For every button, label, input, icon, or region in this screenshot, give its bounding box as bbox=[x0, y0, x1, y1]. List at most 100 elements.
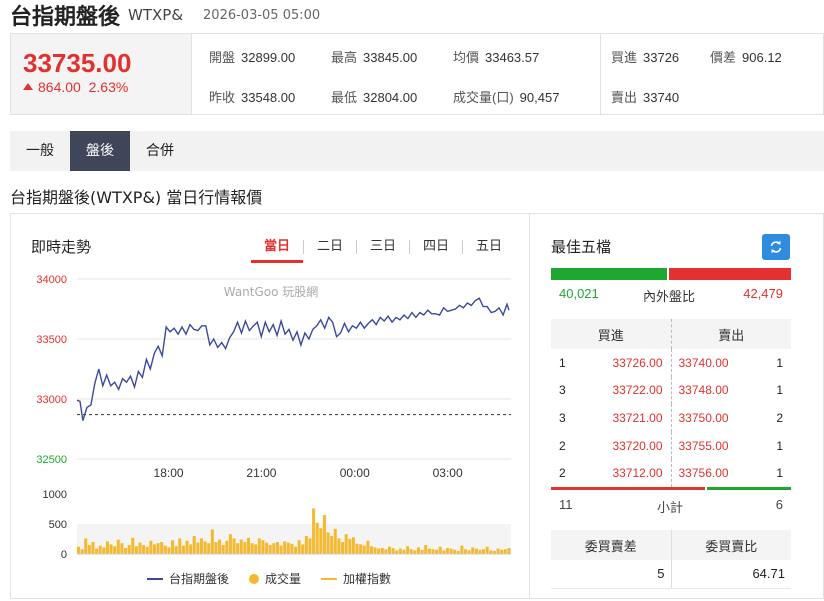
volume-bar bbox=[503, 549, 507, 554]
volume-bar bbox=[250, 543, 254, 554]
table-row: 1 33726.00 33740.00 1 bbox=[551, 349, 791, 377]
volume-bar bbox=[507, 548, 511, 554]
volume-bar bbox=[351, 537, 355, 554]
volume-bar bbox=[228, 534, 232, 554]
volume-bar bbox=[95, 548, 99, 554]
volume-bar bbox=[286, 542, 290, 554]
tab-combined[interactable]: 合併 bbox=[130, 131, 190, 171]
volume-bar bbox=[181, 545, 185, 554]
volume-bar bbox=[319, 528, 323, 554]
volume-bar bbox=[500, 549, 504, 554]
instrument-code: WTXP& bbox=[128, 6, 184, 24]
volume-bar bbox=[268, 545, 272, 554]
field-bid: 買進 33726 bbox=[611, 50, 680, 65]
legend-volume[interactable]: 成交量 bbox=[249, 570, 301, 587]
volume-bar bbox=[265, 542, 269, 554]
volume-bar bbox=[413, 550, 417, 554]
inner-outer-ratio: 40,021 內外盤比 42,479 bbox=[551, 286, 791, 306]
tab-after-hours[interactable]: 盤後 bbox=[70, 131, 130, 171]
volume-bar bbox=[445, 548, 449, 554]
volume-bar bbox=[467, 550, 471, 554]
volume-bar bbox=[388, 546, 392, 554]
order-diff-value: 5 bbox=[551, 560, 672, 589]
volume-bar bbox=[449, 548, 453, 554]
x-tick-label: 18:00 bbox=[154, 466, 184, 480]
volume-bar bbox=[254, 544, 258, 554]
order-ratio-value: 64.71 bbox=[671, 560, 791, 589]
legend-price[interactable]: 台指期盤後 bbox=[147, 570, 229, 587]
dot-swatch-icon bbox=[249, 573, 260, 584]
volume-bar bbox=[105, 541, 109, 554]
volume-bar bbox=[333, 528, 337, 554]
chart-watermark: WantGoo 玩股網 bbox=[224, 285, 319, 299]
volume-bar bbox=[427, 548, 431, 554]
volume-bar bbox=[409, 549, 413, 554]
price-series-line bbox=[76, 297, 510, 421]
volume-bar bbox=[113, 546, 117, 554]
field-volume: 成交量(口) 90,457 bbox=[453, 90, 560, 105]
section-title: 台指期盤後(WTXP&) 當日行情報價 bbox=[10, 188, 263, 207]
volume-bar bbox=[344, 534, 348, 554]
last-price-box: 33735.00 864.00 2.63% bbox=[11, 34, 192, 114]
volume-bar bbox=[192, 536, 196, 554]
volume-bar bbox=[482, 549, 486, 554]
volume-bar bbox=[279, 545, 283, 554]
volume-bar bbox=[98, 545, 102, 554]
volume-bar bbox=[134, 546, 138, 554]
volume-bar bbox=[341, 542, 345, 554]
volume-bar bbox=[178, 538, 182, 554]
volume-bar bbox=[460, 545, 464, 554]
price-change: 864.00 2.63% bbox=[23, 79, 191, 95]
volume-bar bbox=[337, 538, 341, 554]
x-tick-label: 21:00 bbox=[246, 466, 276, 480]
outer-volume-bar bbox=[668, 268, 791, 280]
order-ratio-header: 委買賣比 bbox=[671, 530, 791, 560]
ask-subtotal-bar bbox=[707, 487, 791, 490]
volume-bar bbox=[369, 546, 373, 554]
volume-bar bbox=[185, 540, 189, 554]
line-swatch-icon bbox=[321, 577, 338, 580]
instrument-name: 台指期盤後 bbox=[10, 5, 121, 30]
volume-bar bbox=[463, 549, 467, 554]
order-book-title: 最佳五檔 bbox=[551, 238, 612, 256]
field-low: 最低 32804.00 bbox=[331, 90, 418, 105]
volume-bar bbox=[398, 548, 402, 554]
legend-index[interactable]: 加權指數 bbox=[321, 570, 391, 587]
volume-bar bbox=[348, 539, 352, 554]
volume-bar bbox=[120, 543, 124, 554]
volume-bar bbox=[283, 541, 287, 554]
volume-bar bbox=[315, 522, 319, 554]
volume-bar bbox=[301, 544, 305, 554]
table-row: 3 33721.00 33750.00 2 bbox=[551, 404, 791, 432]
volume-bar bbox=[127, 545, 131, 554]
quote-header: 台指期盤後 WTXP& 2026-03-05 05:00 bbox=[10, 0, 320, 30]
volume-tick-label: 0 bbox=[61, 549, 67, 561]
volume-bar bbox=[297, 540, 301, 554]
inner-outer-ratio-bar bbox=[551, 268, 791, 280]
intraday-chart-panel: 即時走勢 當日 二日 三日 四日 五日 34000 33500 33000 32500… bbox=[10, 213, 530, 599]
refresh-button[interactable] bbox=[762, 234, 790, 260]
volume-bar bbox=[391, 548, 395, 554]
volume-bar bbox=[312, 508, 316, 554]
field-prev-close: 昨收 33548.00 bbox=[209, 90, 296, 105]
up-arrow-icon bbox=[23, 83, 33, 90]
volume-bar bbox=[210, 529, 214, 554]
volume-bar bbox=[424, 545, 428, 554]
volume-bar bbox=[239, 539, 243, 554]
tab-regular[interactable]: 一般 bbox=[10, 131, 70, 171]
volume-bar bbox=[326, 532, 330, 554]
intraday-chart[interactable]: 34000 33500 33000 32500 18:00 21:00 00:00 03:00… bbox=[11, 214, 529, 564]
ask-header: 賣出 bbox=[671, 319, 791, 349]
x-tick-label: 03:00 bbox=[433, 466, 463, 480]
volume-bar bbox=[362, 545, 366, 554]
volume-bar bbox=[243, 542, 247, 554]
volume-bar bbox=[207, 543, 211, 554]
table-row: 2 33720.00 33755.00 1 bbox=[551, 431, 791, 460]
volume-bar bbox=[225, 540, 229, 554]
volume-bar bbox=[199, 538, 203, 554]
volume-bar bbox=[359, 544, 363, 554]
volume-bar bbox=[102, 547, 106, 554]
volume-bar bbox=[77, 546, 81, 554]
volume-bar bbox=[438, 546, 442, 554]
inner-outer-label: 內外盤比 bbox=[643, 290, 696, 305]
